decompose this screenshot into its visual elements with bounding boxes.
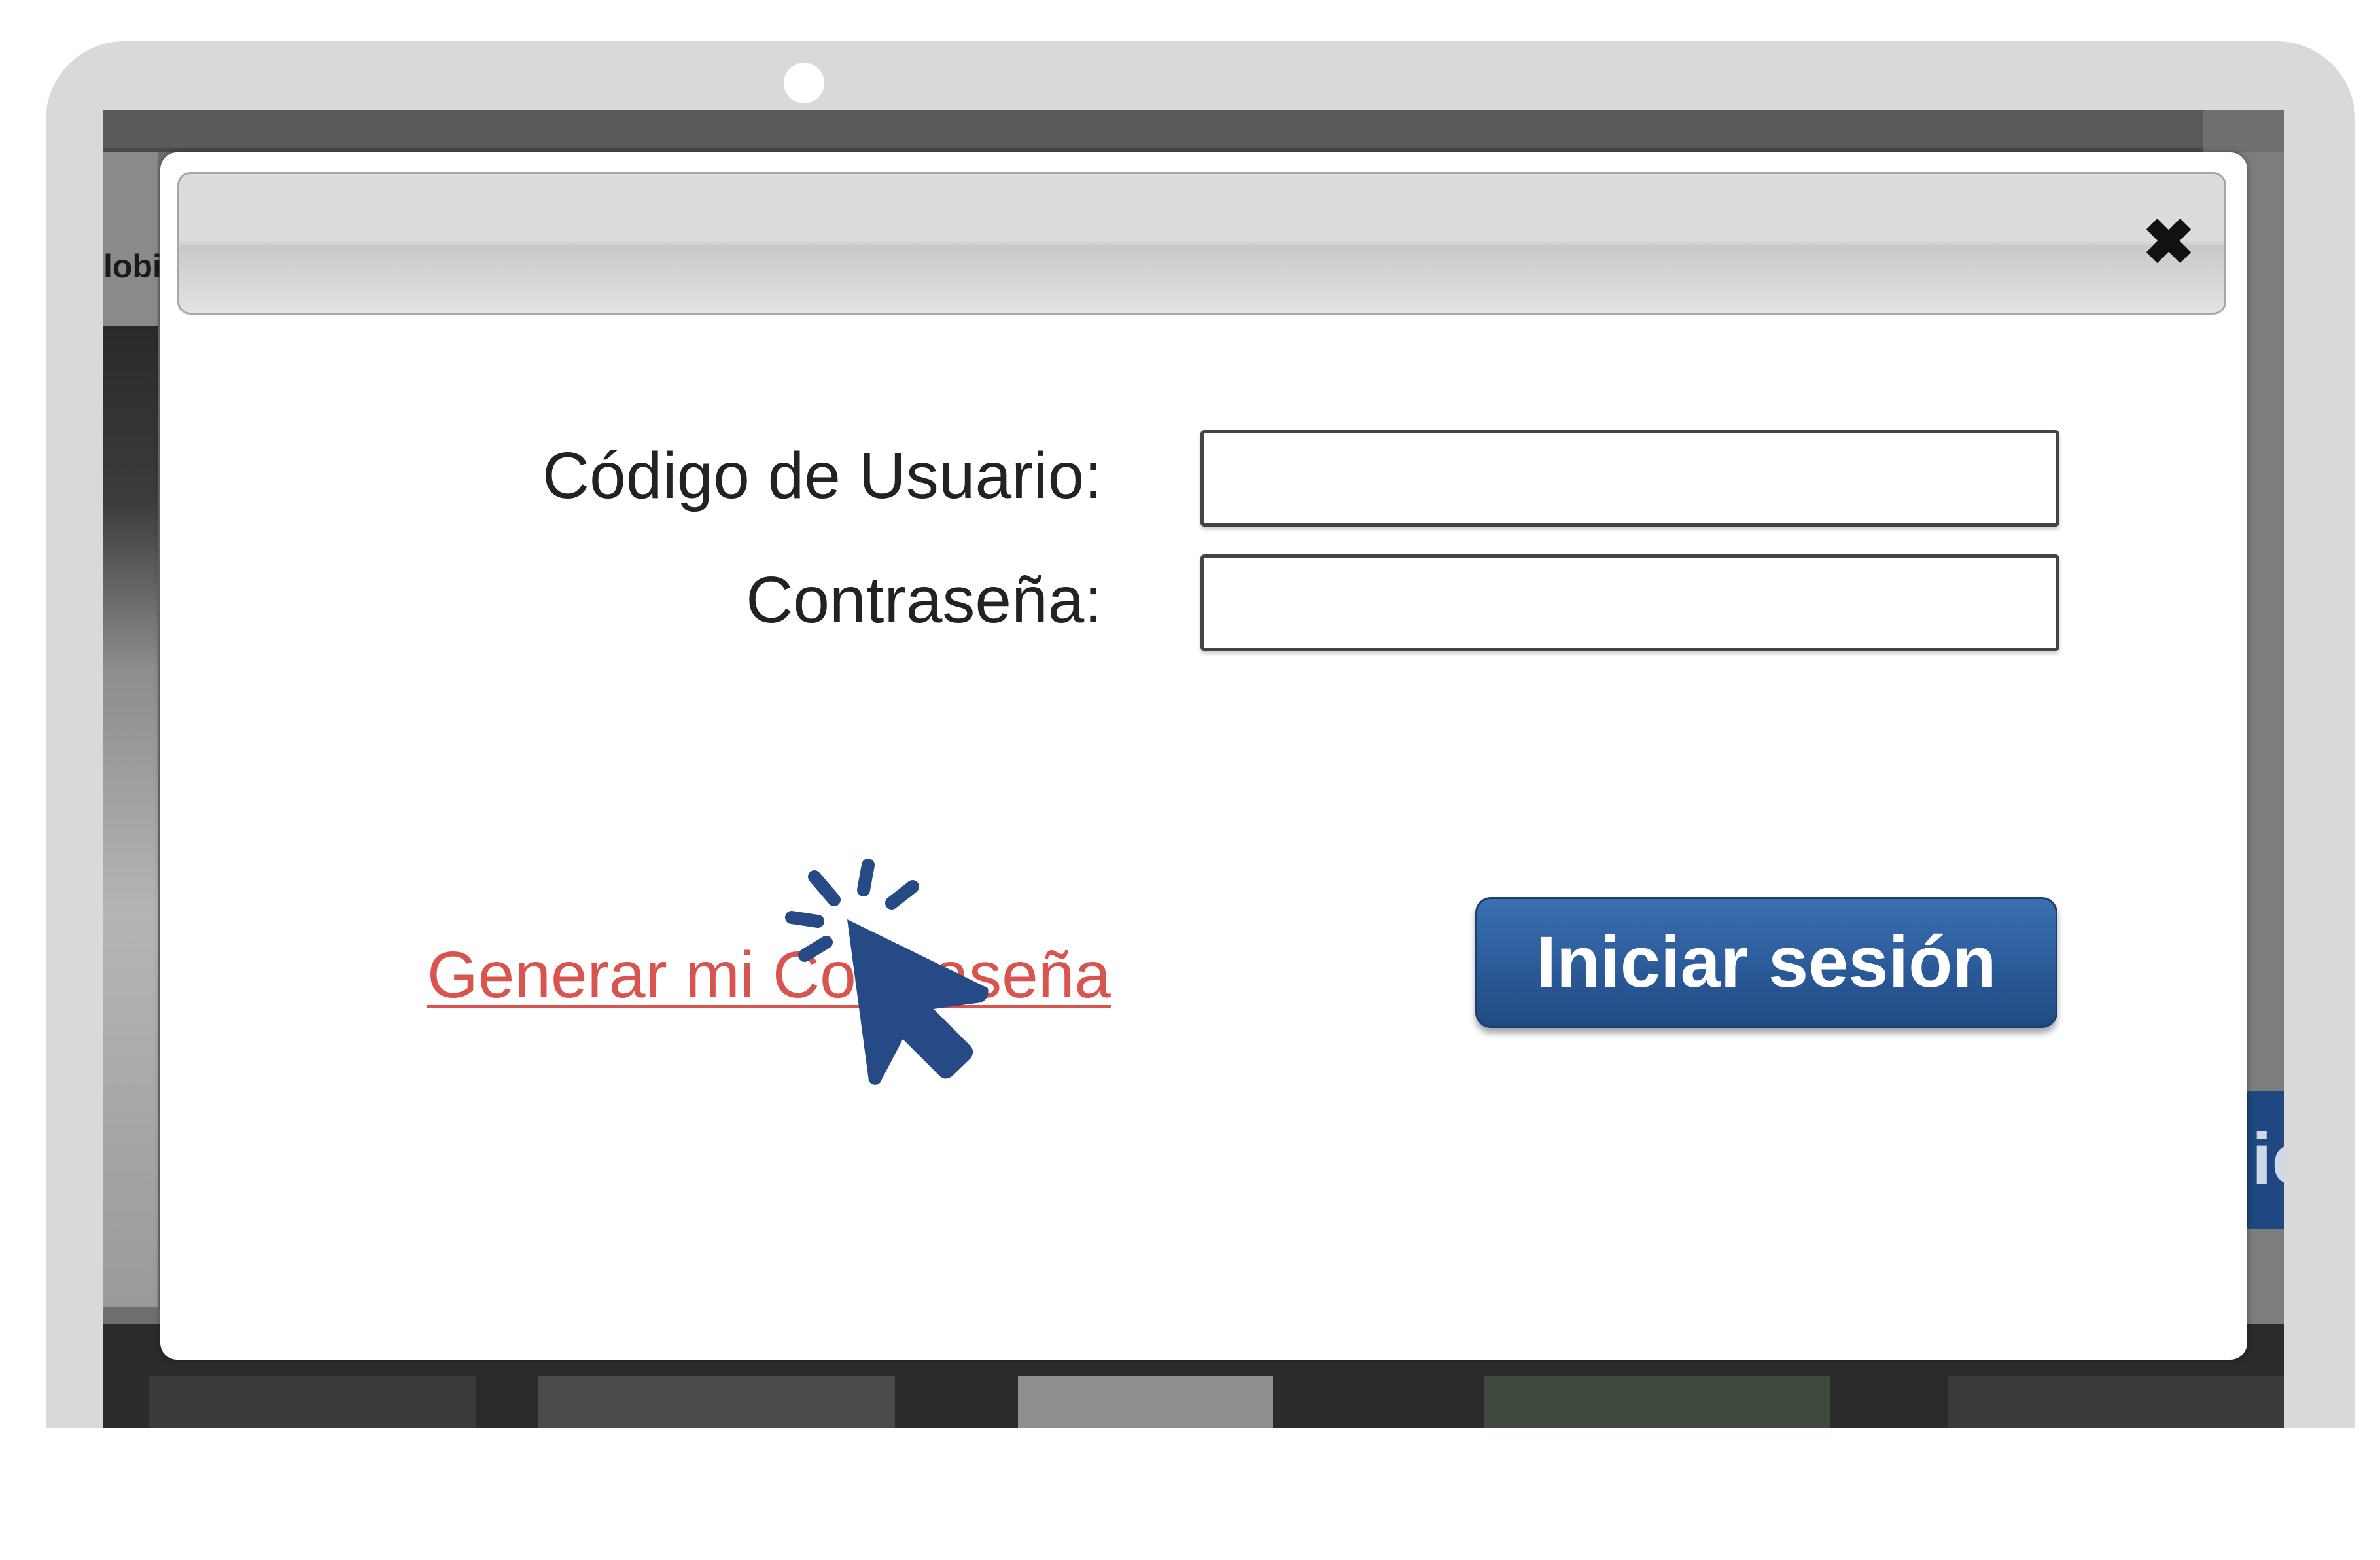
laptop-camera [784,63,824,103]
dialog-header: ✖ [177,172,2226,315]
background-button-fragment: ic [2244,1091,2284,1229]
background-thumbnail [1018,1376,1273,1428]
background-thumbnail [1948,1376,2284,1428]
background-top-bar [103,110,2203,148]
background-photo [103,326,158,1307]
background-button-text: ic [2252,1119,2284,1199]
password-input[interactable] [1200,554,2059,651]
background-top-bar-border [103,148,2203,152]
click-cursor-icon [785,859,989,1085]
background-thumbnail [149,1376,476,1428]
password-label: Contraseña: [746,563,1102,637]
login-button[interactable]: Iniciar sesión [1475,897,2057,1028]
background-thumbnail [538,1376,895,1428]
username-label: Código de Usuario: [542,439,1102,512]
background-text-fragment: lobi [103,248,162,285]
background-thumbnail [1484,1376,1830,1428]
close-icon[interactable]: ✖ [2139,211,2198,274]
login-dialog: ✖ Código de Usuario: Contraseña: Generar… [160,152,2247,1360]
username-input[interactable] [1200,430,2059,527]
generate-password-link[interactable]: Generar mi Contraseña [427,938,1111,1013]
